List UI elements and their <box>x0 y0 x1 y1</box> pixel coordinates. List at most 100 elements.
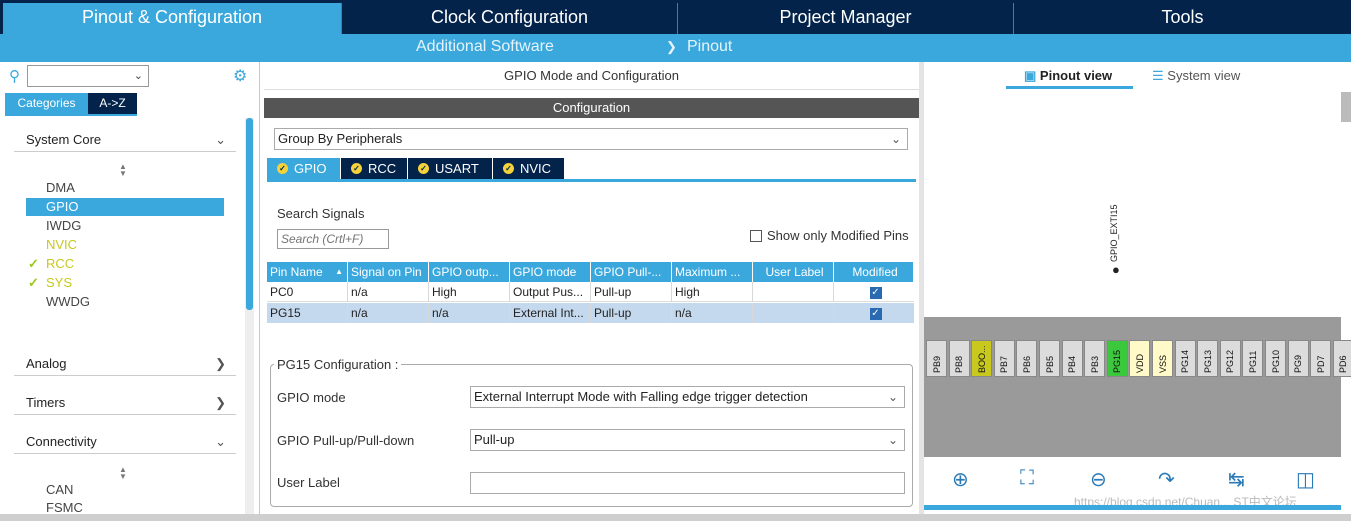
category-item-can[interactable]: CAN <box>26 481 224 499</box>
split-icon[interactable]: ◫ <box>1296 467 1315 492</box>
gpio-pull-select[interactable]: Pull-up ⌄ <box>470 429 905 451</box>
column-header[interactable]: User Label <box>753 262 834 282</box>
category-item-fsmc[interactable]: FSMC <box>26 499 224 513</box>
chevron-right-icon: ❯ <box>215 395 226 410</box>
category-search-input[interactable]: ⌄ <box>27 65 149 87</box>
chevron-right-icon: ❯ <box>215 356 226 371</box>
system-view-tab[interactable]: ☰ System view <box>1152 68 1240 84</box>
modified-checkbox[interactable]: ✓ <box>834 282 914 302</box>
pin-pg14[interactable]: PG14 <box>1174 340 1196 377</box>
pushpin-icon: ● <box>1112 262 1120 277</box>
chevron-down-icon: ⌄ <box>890 132 901 146</box>
pin-pg12[interactable]: PG12 <box>1219 340 1241 377</box>
table-cell: PC0 <box>267 282 348 302</box>
column-header[interactable]: Maximum ... <box>672 262 753 282</box>
gear-icon[interactable]: ⚙ <box>233 66 247 86</box>
scrollbar-track[interactable] <box>245 118 254 514</box>
column-header[interactable]: Modified <box>834 262 914 282</box>
category-item-wwdg[interactable]: WWDG <box>26 293 224 311</box>
pin-pb6[interactable]: PB6 <box>1016 340 1038 377</box>
select-value: External Interrupt Mode with Falling edg… <box>474 389 808 404</box>
sort-icon[interactable]: ▲ ▼ <box>119 163 127 178</box>
category-item-sys[interactable]: ✓ SYS <box>26 274 224 292</box>
column-header[interactable]: GPIO Pull-... <box>591 262 672 282</box>
search-signals-label: Search Signals <box>277 206 365 221</box>
pin-pb3[interactable]: PB3 <box>1084 340 1106 377</box>
additional-software-menu[interactable]: Additional Software <box>416 38 554 56</box>
fit-screen-icon[interactable]: ⛶ <box>1020 467 1034 490</box>
tab-gpio[interactable]: ✓ GPIO <box>267 158 340 179</box>
tab-a-z[interactable]: A->Z <box>88 93 137 114</box>
pin-label: PB4 <box>1067 355 1078 373</box>
tab-nvic[interactable]: ✓ NVIC <box>493 158 564 179</box>
pin-pg15[interactable]: PG15 <box>1106 340 1128 377</box>
pin-pd7[interactable]: PD7 <box>1310 340 1332 377</box>
pinout-view-tab[interactable]: ▣ Pinout view <box>1024 68 1112 84</box>
ok-icon: ✓ <box>418 163 429 174</box>
column-header[interactable]: Signal on Pin <box>348 262 429 282</box>
ok-icon: ✓ <box>503 163 514 174</box>
pin-pb8[interactable]: PB8 <box>948 340 970 377</box>
category-analog[interactable]: Analog ❯ <box>14 352 236 376</box>
table-row[interactable]: PG15 n/a n/a External Int... Pull-up n/a… <box>267 303 914 323</box>
category-item-dma[interactable]: DMA <box>26 179 224 197</box>
gpio-mode-select[interactable]: External Interrupt Mode with Falling edg… <box>470 386 905 408</box>
pin-pb7[interactable]: PB7 <box>993 340 1015 377</box>
pin-boo[interactable]: BOO... <box>971 340 993 377</box>
chevron-down-icon: ⌄ <box>133 70 143 82</box>
pin-label: PG9 <box>1293 354 1304 373</box>
category-timers[interactable]: Timers ❯ <box>14 391 236 415</box>
category-label: Timers <box>26 395 66 410</box>
user-label-input[interactable] <box>470 472 905 494</box>
check-icon: ✓ <box>28 256 39 271</box>
pin-label: PD7 <box>1315 355 1326 373</box>
search-signals-input[interactable] <box>277 229 389 249</box>
pin-pd6[interactable]: PD6 <box>1332 340 1351 377</box>
category-item-rcc[interactable]: ✓ RCC <box>26 255 224 273</box>
category-item-iwdg[interactable]: IWDG <box>26 217 224 235</box>
pin-vss[interactable]: VSS <box>1152 340 1173 377</box>
pin-pg9[interactable]: PG9 <box>1287 340 1309 377</box>
sort-icon[interactable]: ▲ ▼ <box>119 466 127 481</box>
category-item-nvic[interactable]: NVIC <box>26 236 224 254</box>
flip-icon[interactable]: ↹ <box>1228 467 1245 492</box>
pin-pg11[interactable]: PG11 <box>1242 340 1264 377</box>
show-modified-checkbox[interactable] <box>750 230 762 242</box>
category-item-gpio[interactable]: GPIO <box>26 198 224 216</box>
tab-categories[interactable]: Categories <box>5 93 88 114</box>
select-value: Pull-up <box>474 432 515 447</box>
tab-rcc[interactable]: ✓ RCC <box>341 158 407 179</box>
zoom-out-icon[interactable]: ⊖ <box>1090 467 1107 492</box>
tab-underline <box>5 114 137 116</box>
pinout-menu-label[interactable]: Pinout <box>687 38 732 56</box>
tab-usart[interactable]: ✓ USART <box>408 158 492 179</box>
scrollbar[interactable] <box>1341 92 1351 122</box>
pin-pb9[interactable]: PB9 <box>926 340 947 377</box>
column-header[interactable]: GPIO outp... <box>429 262 510 282</box>
pinout-menu[interactable]: ❯ <box>666 38 677 56</box>
scrollbar-thumb[interactable] <box>246 118 253 310</box>
tab-pinout-configuration[interactable]: Pinout & Configuration <box>3 3 341 34</box>
tab-tools[interactable]: Tools <box>1013 3 1351 34</box>
tab-clock-configuration[interactable]: Clock Configuration <box>341 3 677 34</box>
column-header[interactable]: GPIO mode <box>510 262 591 282</box>
column-header-pin-name[interactable]: Pin Name ▲ <box>267 262 348 282</box>
pin-pg10[interactable]: PG10 <box>1265 340 1286 377</box>
status-bar <box>0 514 1351 521</box>
pin-pb5[interactable]: PB5 <box>1039 340 1060 377</box>
zoom-in-icon[interactable]: ⊕ <box>952 467 969 492</box>
bottom-scroll[interactable] <box>924 505 1341 510</box>
category-label: Connectivity <box>26 434 97 449</box>
category-connectivity[interactable]: Connectivity ⌄ <box>14 430 236 454</box>
rotate-icon[interactable]: ↷ <box>1158 467 1175 492</box>
group-by-select[interactable]: Group By Peripherals ⌄ <box>274 128 908 150</box>
pin-vdd[interactable]: VDD <box>1129 340 1151 377</box>
modified-checkbox[interactable]: ✓ <box>834 303 914 323</box>
pin-pg13[interactable]: PG13 <box>1197 340 1219 377</box>
tab-project-manager[interactable]: Project Manager <box>677 3 1013 34</box>
check-icon: ✓ <box>28 275 39 290</box>
category-system-core[interactable]: System Core ⌄ <box>14 128 236 152</box>
pin-pb4[interactable]: PB4 <box>1061 340 1083 377</box>
table-row[interactable]: PC0 n/a High Output Pus... Pull-up High … <box>267 282 914 302</box>
pin-label: PB3 <box>1089 355 1100 373</box>
